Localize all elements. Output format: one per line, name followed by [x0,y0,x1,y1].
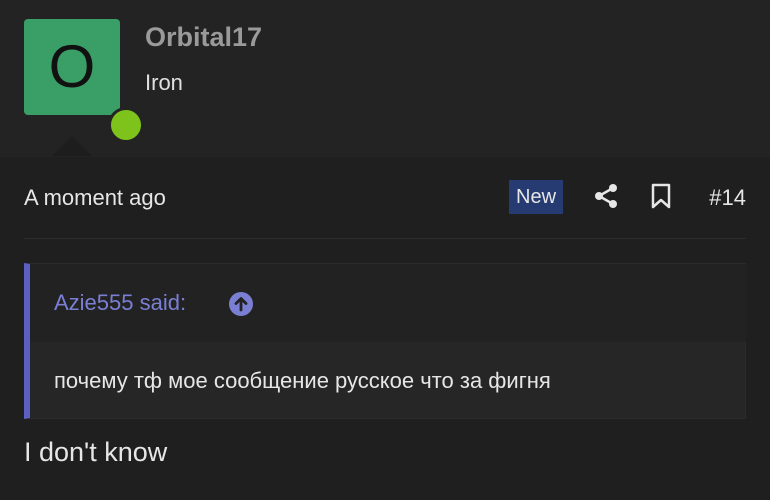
quote-author[interactable]: Azie555 said: [54,290,186,316]
post-message: I don't know [24,437,168,467]
username[interactable]: Orbital17 [145,22,262,53]
share-icon[interactable] [594,183,618,209]
post-timestamp[interactable]: A moment ago [24,185,166,211]
post-meta: A moment ago New #14 [24,180,746,216]
new-badge: New [509,180,564,214]
avatar-letter: O [48,33,96,100]
avatar[interactable]: O [24,19,144,143]
quote-text: почему тф мое сообщение русское что за ф… [54,368,551,393]
post-pointer-arrow [52,136,92,156]
user-title: Iron [145,70,183,95]
post-number-link[interactable]: #14 [709,185,746,211]
arrow-up-circle-icon[interactable] [228,291,254,317]
bookmark-icon[interactable] [650,183,672,209]
quote-header: Azie555 said: [30,264,746,342]
online-status-indicator [108,107,144,143]
user-info: O Orbital17 Iron [0,0,770,156]
meta-divider [24,238,746,239]
quote-block: Azie555 said: почему тф мое сообщение ру… [24,263,746,419]
